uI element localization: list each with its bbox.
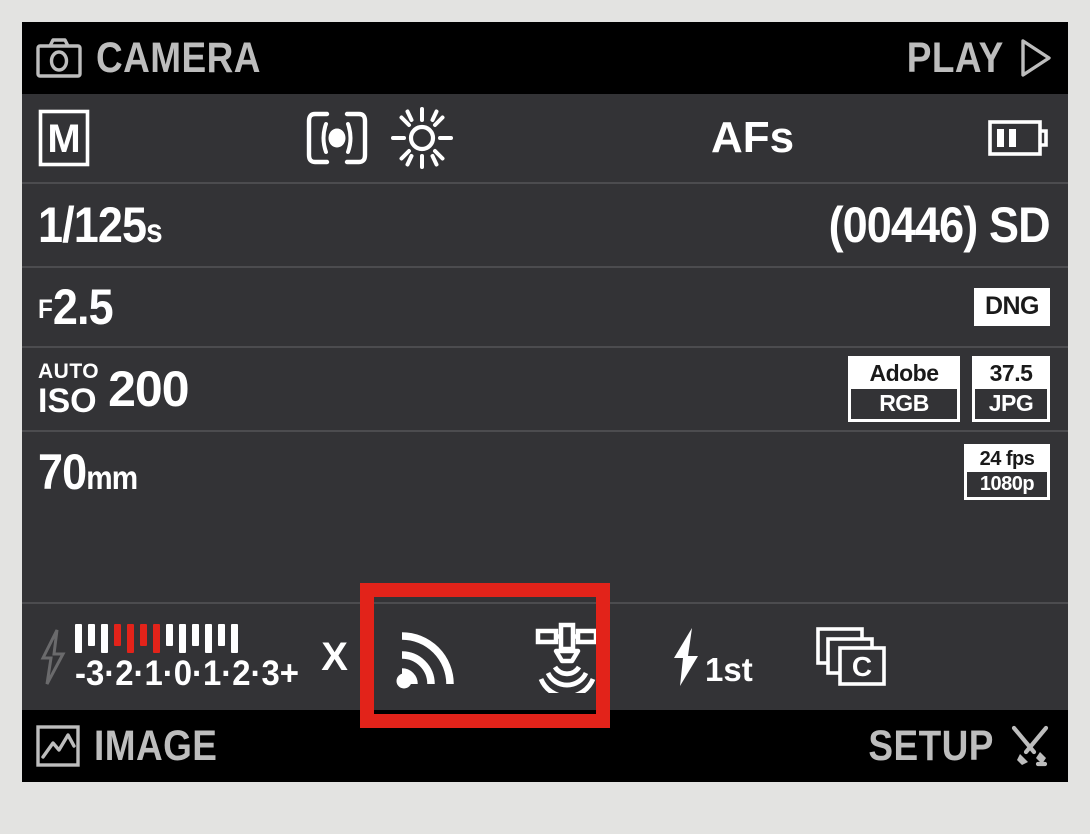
video-resolution-label: 1080p xyxy=(967,472,1047,497)
play-triangle-icon xyxy=(1018,38,1052,78)
exposure-tick-11 xyxy=(218,623,225,646)
video-mode-badge[interactable]: 24 fps 1080p xyxy=(964,444,1050,500)
exposure-tick-5 xyxy=(140,623,147,646)
shutter-speed-unit: s xyxy=(146,212,163,249)
color-space-bottom: RGB xyxy=(851,389,957,419)
row-shutter-speed: 1/125s (00446) SD xyxy=(22,182,1068,266)
row-status-icons: -3·2·1·0·1·2·3+ X 1st C xyxy=(22,602,1068,710)
jpeg-size-badge[interactable]: 37.5 JPG xyxy=(972,356,1050,422)
exposure-tick-7 xyxy=(166,623,173,646)
exposure-scale-ticks xyxy=(75,623,313,654)
footer-bar: IMAGE SETUP xyxy=(22,710,1068,782)
jpeg-size-value: 37.5 xyxy=(975,359,1047,389)
flash-bolt-icon xyxy=(38,628,68,686)
header-bar: CAMERA PLAY xyxy=(22,22,1068,94)
row-shooting-mode: M AFs xyxy=(22,94,1068,182)
iso-value: 200 xyxy=(108,361,189,417)
flash-sync-mode[interactable]: 1st xyxy=(668,626,753,688)
tools-wrench-screwdriver-icon xyxy=(1008,724,1052,768)
exposure-tick-10 xyxy=(205,623,212,653)
color-space-badge[interactable]: Adobe RGB xyxy=(848,356,960,422)
header-camera-label: CAMERA xyxy=(96,33,261,82)
status-panel: M AFs 1/125s (00446) SD F2.5 DNG AUTO IS… xyxy=(22,94,1068,710)
exposure-mode-letter: M xyxy=(47,117,80,161)
row-focal-length: 70mm 24 fps 1080p xyxy=(22,430,1068,512)
exposure-scale-labels: -3·2·1·0·1·2·3+ xyxy=(75,653,299,693)
flash-bolt-icon xyxy=(668,626,704,688)
shutter-speed-value[interactable]: 1/125s xyxy=(38,200,163,250)
color-space-top: Adobe xyxy=(851,359,957,389)
focus-mode-label[interactable]: AFs xyxy=(711,116,794,160)
exposure-tick-8 xyxy=(179,623,186,653)
row-spacer xyxy=(22,512,1068,602)
exposure-scale-end-marker: X xyxy=(321,635,348,679)
storage-media-label: SD xyxy=(989,197,1051,253)
gps-satellite-icon[interactable] xyxy=(526,621,606,693)
header-play-label: PLAY xyxy=(907,33,1004,82)
exposure-tick-0 xyxy=(75,623,82,653)
daylight-sun-icon[interactable] xyxy=(391,107,453,169)
jpeg-format-label: JPG xyxy=(975,389,1047,419)
focal-length-value[interactable]: 70mm xyxy=(38,447,138,497)
spot-metering-icon[interactable] xyxy=(305,110,369,166)
aperture-value[interactable]: F2.5 xyxy=(38,282,114,332)
row-aperture: F2.5 DNG xyxy=(22,266,1068,346)
iso-value-group[interactable]: AUTO ISO 200 xyxy=(38,359,190,420)
iso-auto-label: AUTO xyxy=(38,359,100,383)
iso-label: ISO xyxy=(38,381,97,420)
flash-sync-label: 1st xyxy=(704,651,753,688)
exposure-tick-2 xyxy=(101,623,108,653)
exposure-tick-9 xyxy=(192,623,199,646)
aperture-prefix: F xyxy=(38,294,53,325)
header-camera-tab[interactable]: CAMERA xyxy=(36,33,288,82)
connectivity-icon-cluster: 1st C xyxy=(392,621,889,693)
exposure-tick-3 xyxy=(114,623,121,646)
focal-length-unit: mm xyxy=(86,459,138,496)
image-picture-icon xyxy=(36,725,80,767)
camera-status-screen: CAMERA PLAY M AFs 1/125s (00446) SD F2.5… xyxy=(22,22,1068,782)
footer-image-label: IMAGE xyxy=(94,721,218,770)
raw-format-badge[interactable]: DNG xyxy=(973,288,1050,326)
exposure-tick-1 xyxy=(88,623,95,646)
wifi-signal-icon[interactable] xyxy=(392,622,464,692)
row-iso: AUTO ISO 200 Adobe RGB 37.5 JPG xyxy=(22,346,1068,430)
exposure-tick-12 xyxy=(231,623,238,653)
footer-setup-tab[interactable]: SETUP xyxy=(848,724,1052,768)
continuous-frames-icon[interactable]: C xyxy=(815,626,889,688)
drive-mode-letter: C xyxy=(852,651,872,682)
frames-remaining: (00446) SD xyxy=(828,197,1051,253)
video-fps-label: 24 fps xyxy=(967,447,1047,472)
footer-setup-label: SETUP xyxy=(868,721,994,770)
header-play-tab[interactable]: PLAY xyxy=(891,33,1052,82)
exposure-compensation-scale[interactable]: -3·2·1·0·1·2·3+ X xyxy=(38,623,348,693)
battery-icon[interactable] xyxy=(988,118,1050,158)
exposure-tick-4 xyxy=(127,623,134,653)
exposure-mode-badge[interactable]: M xyxy=(38,109,90,167)
footer-image-tab[interactable]: IMAGE xyxy=(36,721,237,770)
exposure-tick-6 xyxy=(153,623,160,653)
camera-icon xyxy=(36,38,82,78)
